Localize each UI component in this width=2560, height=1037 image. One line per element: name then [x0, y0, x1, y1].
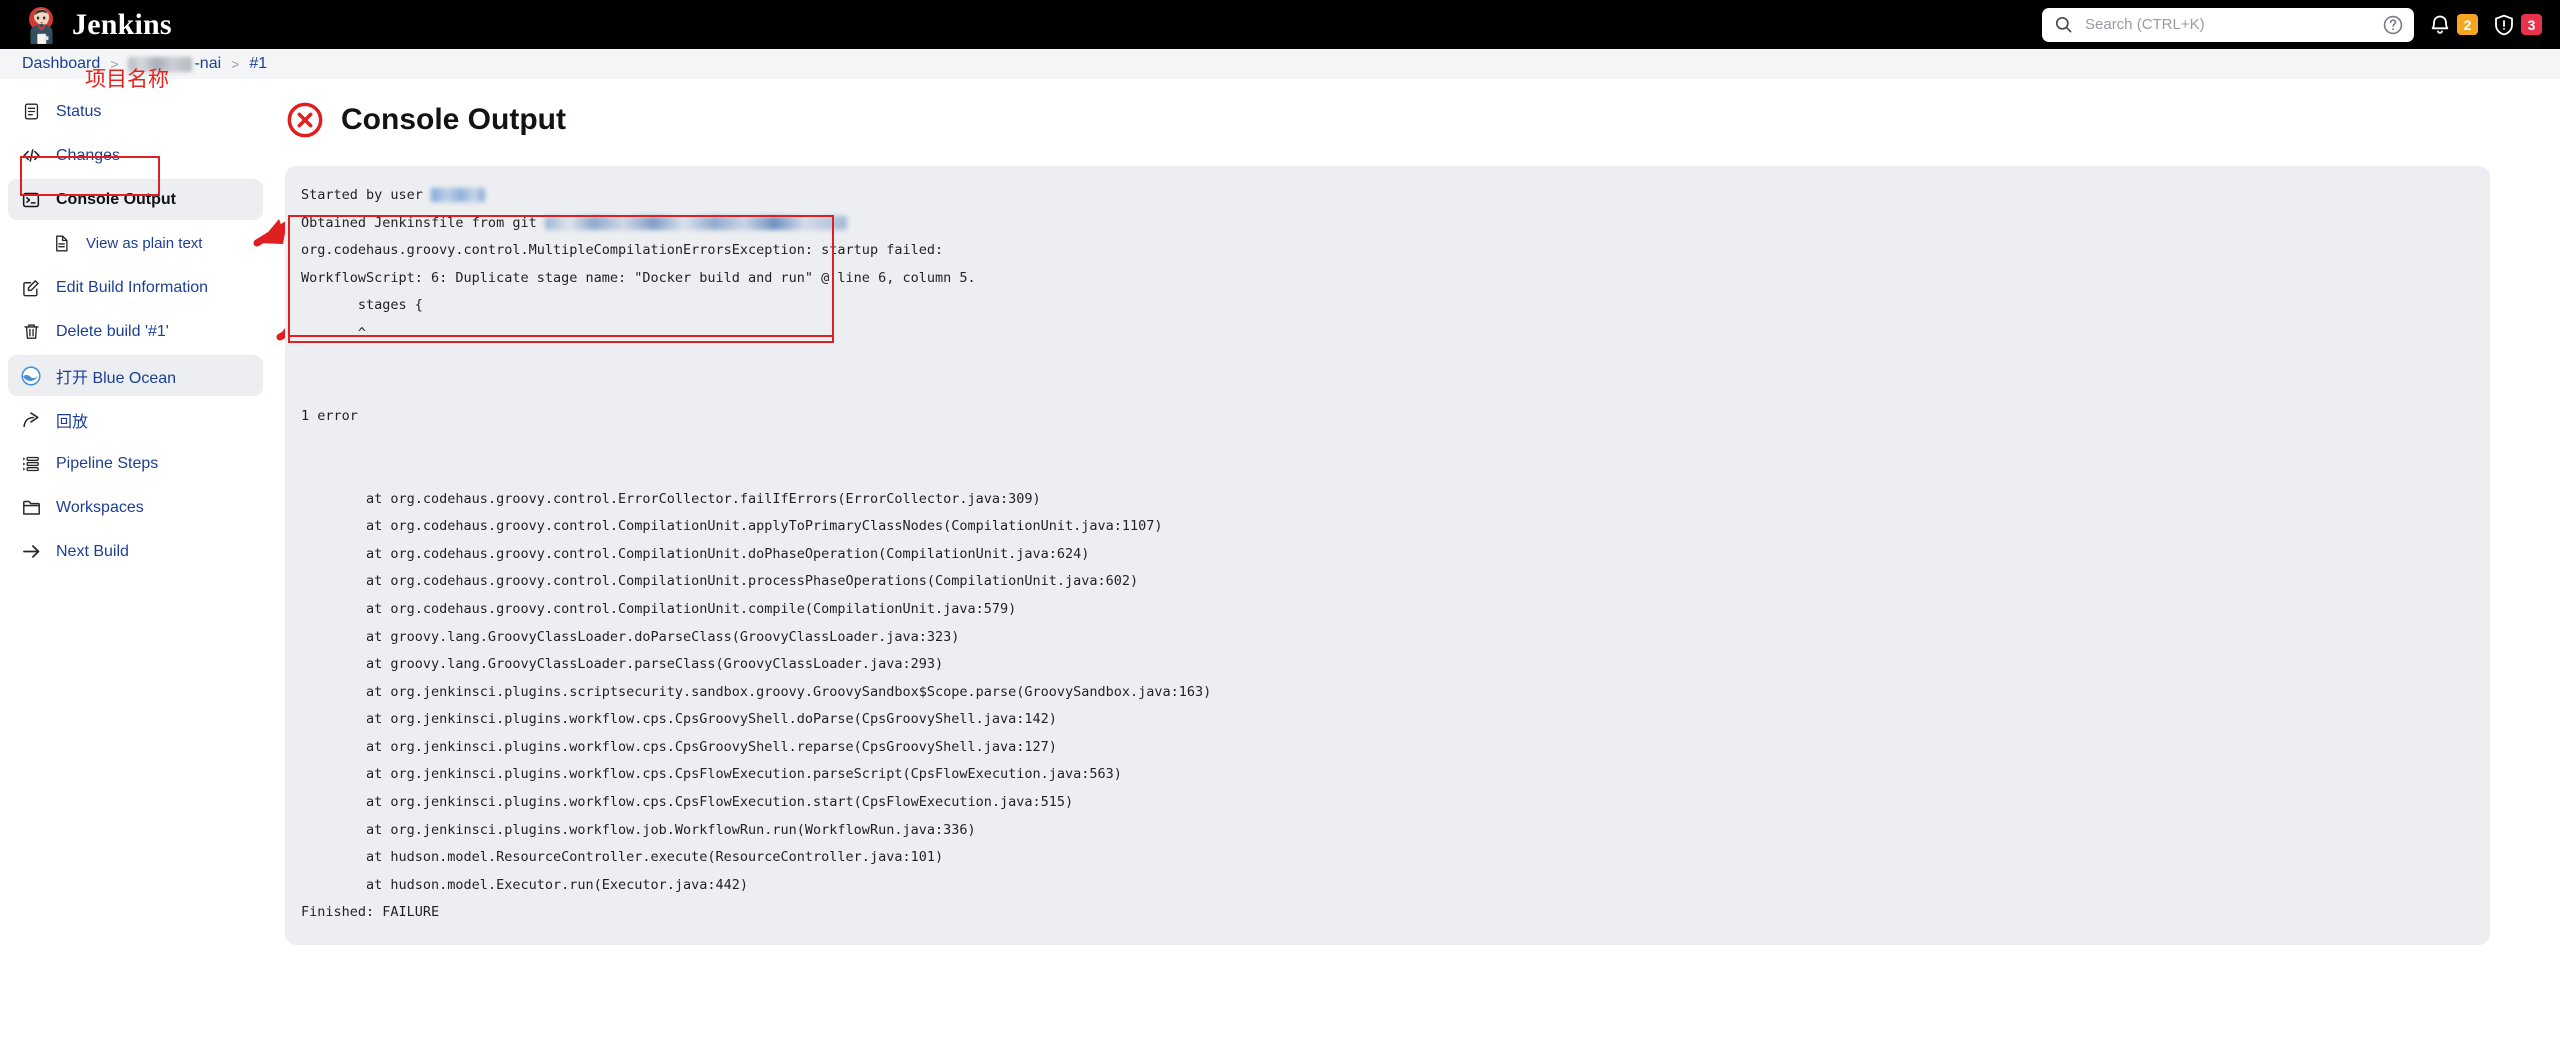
sidebar-item-label: Delete build '#1'	[56, 322, 169, 340]
main-content: Console Output Started by user Obtained …	[285, 88, 2560, 946]
sidebar-item-pipeline-steps[interactable]: Pipeline Steps	[8, 443, 263, 484]
jenkins-brand[interactable]: Jenkins	[26, 6, 172, 44]
top-header-bar: Jenkins 2	[0, 0, 2560, 49]
code-brackets-icon	[20, 145, 42, 167]
pipeline-steps-list-icon	[20, 453, 42, 475]
sidebar-item-edit-build-information[interactable]: Edit Build Information	[8, 267, 263, 308]
log-line-jenkinsfile-prefix: Obtained Jenkinsfile from git	[301, 214, 545, 231]
security-button[interactable]: 3	[2492, 13, 2542, 37]
search-input[interactable]	[2083, 15, 2372, 34]
sidebar-item-open-blue-ocean[interactable]: 打开 Blue Ocean	[8, 355, 263, 396]
breadcrumb-separator-2: >	[231, 56, 240, 72]
sidebar-item-delete-build[interactable]: Delete build '#1'	[8, 311, 263, 352]
security-badge: 3	[2521, 14, 2542, 35]
sidebar-item-label: Changes	[56, 146, 121, 164]
sidebar-item-label: Workspaces	[56, 498, 144, 516]
sidebar-item-label: 打开 Blue Ocean	[56, 369, 177, 387]
error-circle-x-icon	[287, 102, 323, 138]
folder-icon	[20, 497, 42, 519]
replay-arrow-icon	[20, 409, 42, 431]
trash-can-icon	[20, 321, 42, 343]
sidebar-item-label: 回放	[56, 413, 89, 431]
search-icon	[2055, 16, 2072, 33]
sidebar-item-changes[interactable]: Changes	[8, 135, 263, 176]
sidebar-item-console-output[interactable]: Console Output	[8, 179, 263, 220]
console-output-panel[interactable]: Started by user Obtained Jenkinsfile fro…	[285, 166, 2490, 946]
page-title: Console Output	[285, 100, 2560, 140]
notifications-badge: 2	[2457, 14, 2478, 35]
log-line-started-prefix: Started by user	[301, 187, 432, 203]
blue-ocean-icon	[20, 365, 42, 387]
breadcrumb-item-project-label: -nai	[194, 55, 222, 72]
redacted-username	[431, 188, 486, 202]
brand-title: Jenkins	[72, 7, 172, 41]
terminal-icon	[20, 189, 42, 211]
document-status-icon	[20, 101, 42, 123]
breadcrumb: Dashboard > -nai > #1	[0, 49, 2560, 79]
sidebar-item-replay[interactable]: 回放	[8, 399, 263, 440]
breadcrumb-item-build[interactable]: #1	[249, 55, 267, 73]
notifications-button[interactable]: 2	[2428, 13, 2478, 37]
sidebar-item-next-build[interactable]: Next Build	[8, 531, 263, 572]
arrow-right-icon	[20, 541, 42, 563]
edit-pencil-square-icon	[20, 277, 42, 299]
sidebar-item-status[interactable]: Status	[8, 91, 263, 132]
log-body: org.codehaus.groovy.control.MultipleComp…	[301, 242, 1212, 921]
sidebar-item-label: Next Build	[56, 542, 129, 560]
question-circle-icon[interactable]	[2382, 14, 2404, 36]
build-sidebar: Status Changes Console Output View as pl…	[0, 88, 275, 575]
jenkins-butler-logo	[29, 6, 53, 44]
sidebar-item-label: Pipeline Steps	[56, 454, 159, 472]
bell-icon	[2431, 15, 2449, 34]
sidebar-item-view-as-plain-text[interactable]: View as plain text	[8, 223, 263, 264]
sidebar-item-workspaces[interactable]: Workspaces	[8, 487, 263, 528]
redacted-git-url	[544, 215, 847, 230]
plain-text-file-icon	[50, 233, 72, 255]
page-title-text: Console Output	[341, 103, 566, 136]
shield-warning-icon	[2495, 14, 2513, 35]
sidebar-item-label: Status	[56, 102, 102, 120]
console-log-text: Started by user Obtained Jenkinsfile fro…	[301, 182, 2468, 927]
header-actions: 2 3	[2042, 7, 2542, 42]
sidebar-item-label: Console Output	[56, 190, 176, 208]
search-box[interactable]	[2042, 7, 2414, 42]
sidebar-item-label: View as plain text	[86, 235, 203, 252]
sidebar-item-label: Edit Build Information	[56, 278, 209, 296]
